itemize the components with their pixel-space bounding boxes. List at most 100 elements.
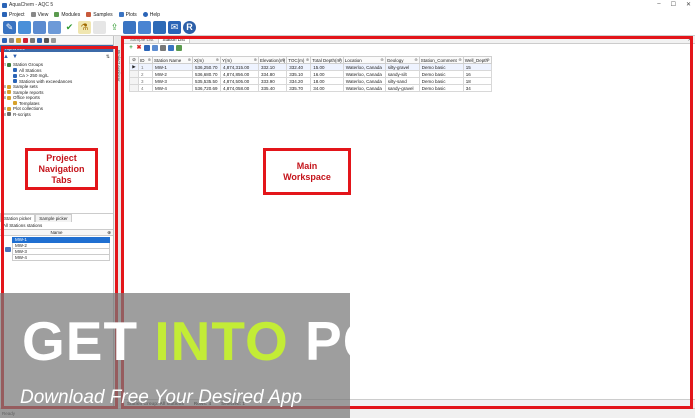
table-cell[interactable]: 334.20 [286,77,312,85]
column-filter-icon[interactable]: ⊕ [380,57,383,62]
menu-help[interactable]: Help [142,12,160,18]
table-cell[interactable]: Waterloo, Canada [342,70,386,78]
table-cell[interactable]: 4,874,315.00 [220,63,259,71]
menu-modules[interactable]: Modules [54,12,80,18]
table-cell[interactable]: Demo basic [418,84,464,92]
tab-station-picker[interactable]: Station picker [0,214,36,222]
table-row[interactable]: 4 MW-4 536,720.69 4,874,058.00 335.40 335.70 3… [129,84,492,92]
column-filter-icon[interactable]: ⊕ [188,57,191,62]
menu-samples[interactable]: Samples [86,12,113,18]
close-tab-icon[interactable]: ✕ [688,37,692,43]
column-filter-icon[interactable]: ⊕ [148,57,151,62]
table-cell[interactable]: Waterloo, Canada [342,84,386,92]
table-cell[interactable]: 332.10 [257,63,288,71]
table-cell[interactable]: Demo basic [418,63,464,71]
table-row[interactable]: 2 MW-2 536,680.70 4,874,856.00 334.80 335.10 1… [129,70,492,78]
table-cell[interactable]: 535,535.50 [192,77,221,85]
column-filter-icon[interactable]: ⊕ [338,57,341,62]
table-cell[interactable]: sandy-gravel [384,84,420,92]
tab-sample-list[interactable]: Sample List [126,36,158,43]
table-cell[interactable]: 16.00 [310,70,344,78]
table-cell[interactable]: 2 [138,70,153,78]
table-cell[interactable]: 18 [462,77,492,85]
column-header[interactable]: Y(m) ⊕ [220,56,259,64]
column-header[interactable]: Station Name ⊕ [152,56,193,64]
column-header[interactable]: Geology ⊕ [384,56,420,64]
delete-icon[interactable]: ✖ [136,45,142,51]
column-filter-icon[interactable]: ⊕ [486,57,489,62]
tree-item[interactable]: ⊞ R-scripts [3,112,113,118]
table-cell[interactable]: silty-sand [384,77,420,85]
row-selector[interactable] [129,70,139,78]
column-filter-icon[interactable]: ⊕ [414,57,417,62]
column-header[interactable]: Station_Comment ⊕ [418,56,464,64]
picker-column-header[interactable]: Name ⊕ [0,229,113,236]
table-cell[interactable]: 1 [138,63,153,71]
station-picker-item[interactable]: MW-4 [12,255,110,261]
grid-icon[interactable] [152,45,158,51]
table-cell[interactable]: MW-2 [152,70,193,78]
select-all-cell[interactable]: ⊘ [129,56,139,64]
chart-icon[interactable] [176,45,182,51]
filter-icon[interactable]: ⊕ [107,230,111,236]
table-cell[interactable]: 18.00 [310,77,344,85]
flask-icon[interactable]: ⚗ [78,20,91,34]
table-row[interactable]: 3 MW-3 535,535.50 4,874,505.00 333.90 334.20 1… [129,77,492,85]
new-icon[interactable] [2,37,7,43]
calculator-icon[interactable] [93,20,106,34]
table-cell[interactable]: sandy-silt [384,70,420,78]
table-cell[interactable]: 333.90 [257,77,288,85]
check-icon[interactable]: ✔ [63,21,76,34]
export-icon[interactable]: ⇪ [108,21,121,34]
maximize-button[interactable]: ☐ [671,1,676,8]
table-icon[interactable] [48,20,61,34]
plot-icon[interactable] [123,20,136,34]
close-button[interactable]: ✕ [686,1,691,8]
copy-icon[interactable] [30,37,35,43]
add-icon[interactable]: + [128,45,134,51]
column-header[interactable]: Total Depth(m) ⊕ [310,56,344,64]
mail-icon[interactable]: ✉ [168,20,181,34]
table-cell[interactable]: 34.00 [310,84,344,92]
report-icon[interactable] [37,37,42,43]
export-icon[interactable] [168,45,174,51]
column-header[interactable]: Location ⊕ [342,56,386,64]
minimize-button[interactable]: – [657,1,660,8]
table-cell[interactable]: Waterloo, Canada [342,77,386,85]
tab-station-list[interactable]: Station List [157,35,190,43]
table-cell[interactable]: 536,720.69 [192,84,221,92]
menu-plots[interactable]: Plots [118,12,137,18]
table-cell[interactable]: 335.40 [257,84,288,92]
station-icon[interactable] [18,20,31,34]
arrow-up-icon[interactable]: ▲ [3,54,9,60]
menu-view[interactable]: View [30,12,48,18]
table-cell[interactable]: Demo basic [418,77,464,85]
table-cell[interactable]: 16 [462,70,492,78]
menu-project[interactable]: Project [2,12,25,18]
table-cell[interactable]: 536,680.70 [192,70,221,78]
new-project-icon[interactable]: ✎ [3,20,16,34]
arrow-down-icon[interactable]: ▼ [12,54,18,60]
column-filter-icon[interactable]: ⊕ [254,57,257,62]
table-cell[interactable]: 4,874,505.00 [220,77,259,85]
column-header[interactable]: Well_Depth ⊕ [462,56,492,64]
table-row[interactable]: ▶ 1 MW-1 536,250.70 4,874,315.00 332.10 332.40… [129,63,492,71]
column-filter-icon[interactable]: ⊕ [458,57,461,62]
column-filter-icon[interactable]: ⊕ [216,57,219,62]
map-icon[interactable] [153,20,166,34]
table-cell[interactable]: MW-4 [152,84,193,92]
table-cell[interactable]: 4 [138,84,153,92]
row-selector[interactable] [129,84,139,92]
column-header[interactable]: Elevation(m) ⊕ [257,56,288,64]
link-icon[interactable] [51,37,56,43]
table-cell[interactable]: Waterloo, Canada [342,63,386,71]
table-cell[interactable]: silty-gravel [384,63,420,71]
open-icon[interactable] [9,37,14,43]
print-icon[interactable] [160,45,166,51]
row-selector[interactable] [129,77,139,85]
table-cell[interactable]: 332.40 [286,63,312,71]
table-cell[interactable]: 335.70 [286,84,312,92]
table-cell[interactable]: MW-3 [152,77,193,85]
table-cell[interactable]: 34 [462,84,492,92]
table-cell[interactable]: 4,874,058.00 [220,84,259,92]
